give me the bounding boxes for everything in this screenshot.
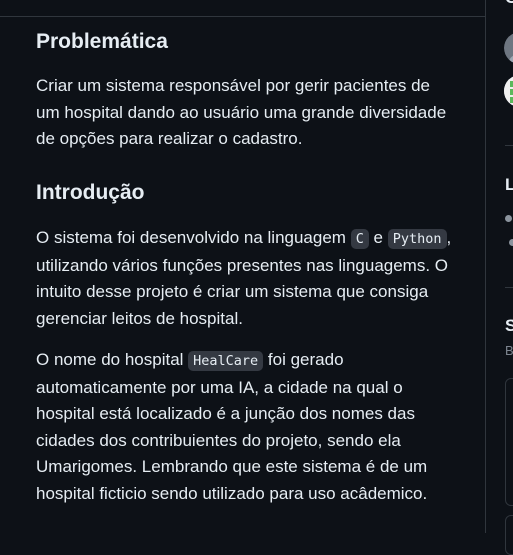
intro-text-2a: O nome do hospital bbox=[36, 350, 189, 369]
problem-paragraph: Criar um sistema responsável por gerir p… bbox=[36, 76, 447, 148]
intro-paragraph-1: O sistema foi desenvolvido na linguagem … bbox=[36, 225, 456, 332]
intro-text-2b: foi gerado automaticamente por uma IA, a… bbox=[36, 350, 428, 503]
suggested-card-2[interactable] bbox=[505, 515, 513, 555]
intro-paragraph-2: O nome do hospital HealCare foi gerado a… bbox=[36, 347, 456, 507]
suggested-subtitle: B bbox=[505, 343, 513, 358]
identicon-icon bbox=[504, 75, 513, 107]
readme-divider bbox=[0, 16, 485, 17]
heading-problematica: Problemática bbox=[36, 30, 168, 53]
language-dot-1 bbox=[505, 215, 512, 222]
sidebar-divider-1 bbox=[505, 145, 513, 146]
code-python: Python bbox=[387, 229, 447, 249]
avatar-icon bbox=[504, 33, 513, 64]
readme-panel: Problemática Criar um sistema responsáve… bbox=[0, 0, 486, 533]
language-dot-2 bbox=[509, 239, 513, 246]
code-c: C bbox=[350, 229, 369, 249]
languages-heading: L bbox=[505, 175, 513, 194]
intro-text-1b: e bbox=[368, 228, 388, 247]
right-sidebar: C L S B bbox=[487, 0, 513, 555]
contributor-avatar-1[interactable] bbox=[504, 32, 513, 64]
suggested-heading: S bbox=[505, 316, 513, 335]
suggested-card-1[interactable] bbox=[505, 378, 513, 506]
contributors-heading: C bbox=[505, 0, 513, 8]
code-healcare: HealCare bbox=[188, 351, 264, 371]
sidebar-divider-2 bbox=[505, 287, 513, 288]
contributor-avatar-2[interactable] bbox=[504, 75, 513, 107]
intro-text-1a: O sistema foi desenvolvido na linguagem bbox=[36, 228, 351, 247]
heading-introducao: Introdução bbox=[36, 181, 145, 204]
